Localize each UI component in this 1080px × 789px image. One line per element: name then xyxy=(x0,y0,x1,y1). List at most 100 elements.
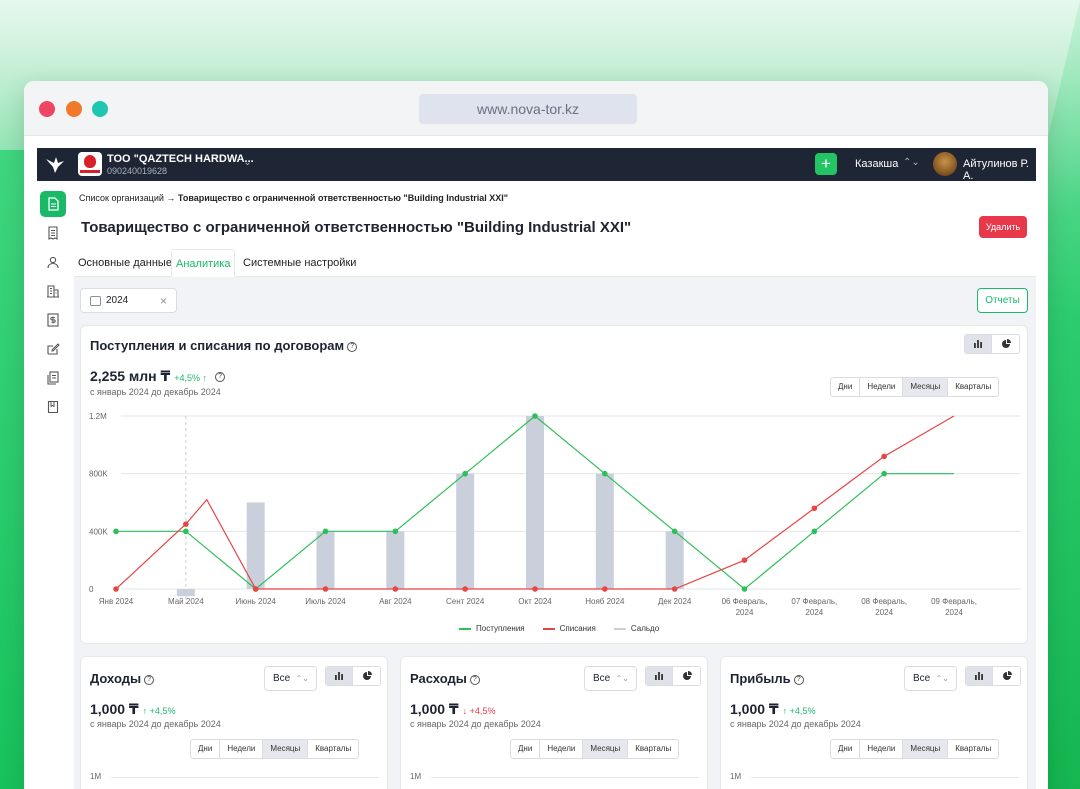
y-axis-top-label: 1M xyxy=(730,772,742,781)
period-weeks[interactable]: Недели xyxy=(540,740,584,758)
page-title: Товарищество с ограниченной ответственно… xyxy=(81,219,632,236)
pie-view-button[interactable] xyxy=(993,667,1020,685)
period-weeks[interactable]: Недели xyxy=(860,740,904,758)
filter-select[interactable]: Все ⌃⌄ xyxy=(264,666,317,691)
breadcrumb-root[interactable]: Список организаций → xyxy=(79,193,175,203)
help-icon[interactable]: ? xyxy=(215,372,226,383)
period-months[interactable]: Месяцы xyxy=(263,740,309,758)
period-quarters[interactable]: Кварталы xyxy=(948,378,998,396)
user-avatar[interactable] xyxy=(933,152,957,176)
series-point xyxy=(532,413,538,419)
contracts-chart-card: Поступления и списания по договорам? 2,2… xyxy=(80,325,1028,644)
help-icon[interactable]: ? xyxy=(347,341,358,352)
chevron-updown-icon[interactable]: ⌃⌄ xyxy=(235,157,252,168)
tab-system-settings[interactable]: Системные настройки xyxy=(239,249,360,277)
period-days[interactable]: Дни xyxy=(831,740,861,758)
bar-view-button[interactable] xyxy=(326,667,353,685)
period-selector: Дни Недели Месяцы Кварталы xyxy=(830,739,1000,759)
help-icon[interactable]: ? xyxy=(793,674,804,685)
help-icon[interactable]: ? xyxy=(144,674,155,685)
tab-main-data[interactable]: Основные данные xyxy=(74,249,176,277)
bar-balance xyxy=(246,502,265,589)
sidebar-item-invoices[interactable] xyxy=(40,307,66,333)
card-title: Прибыль? xyxy=(730,671,804,686)
maximize-window-button[interactable] xyxy=(92,101,108,117)
pie-view-button[interactable] xyxy=(992,335,1019,353)
user-name[interactable]: Айтулинов Р. А. xyxy=(963,158,1036,182)
legend-balance[interactable]: Сальдо xyxy=(613,624,659,633)
period-days[interactable]: Дни xyxy=(511,740,541,758)
legend-income[interactable]: Поступления xyxy=(459,624,525,633)
city-selector[interactable]: Казакша xyxy=(855,158,898,170)
x-tick-label: Июнь 2024 xyxy=(235,597,276,606)
card-title-text: Расходы xyxy=(410,671,467,686)
period-months[interactable]: Месяцы xyxy=(583,740,629,758)
sidebar-item-book[interactable] xyxy=(40,394,66,420)
close-window-button[interactable] xyxy=(39,101,55,117)
bar-view-button[interactable] xyxy=(966,667,993,685)
sidebar-item-organizations[interactable] xyxy=(40,278,66,304)
logo-icon[interactable] xyxy=(43,153,67,177)
filter-value: Все xyxy=(913,673,931,684)
y-tick-label: 0 xyxy=(89,585,94,594)
pie-chart-icon xyxy=(682,671,692,680)
series-point xyxy=(602,470,608,477)
x-tick-label: 2024 xyxy=(945,608,963,617)
bar-balance xyxy=(665,531,684,589)
delta-badge: ↑ +4,5% xyxy=(782,706,816,716)
card-title-text: Доходы xyxy=(90,671,142,686)
sidebar-item-receipts[interactable] xyxy=(40,220,66,246)
filter-select[interactable]: Все ⌃⌄ xyxy=(904,666,957,691)
bar-balance xyxy=(595,473,614,589)
period-days[interactable]: Дни xyxy=(831,378,861,396)
help-icon[interactable]: ? xyxy=(469,674,480,685)
add-button[interactable]: + xyxy=(815,153,837,175)
x-tick-label: Май 2024 xyxy=(168,597,204,606)
period-range: с январь 2024 до декабрь 2024 xyxy=(410,719,541,729)
bar-view-button[interactable] xyxy=(646,667,673,685)
period-quarters[interactable]: Кварталы xyxy=(628,740,678,758)
period-selector: Дни Недели Месяцы Кварталы xyxy=(190,739,360,759)
pie-chart-icon xyxy=(1002,671,1012,680)
card-value-text: 1,000 ₸ xyxy=(410,701,459,717)
minimize-window-button[interactable] xyxy=(66,101,82,117)
address-bar[interactable]: www.nova-tor.kz xyxy=(419,94,637,124)
book-icon xyxy=(47,400,59,414)
sidebar-item-users[interactable] xyxy=(40,249,66,275)
series-point xyxy=(881,453,887,460)
tab-analytics[interactable]: Аналитика xyxy=(171,249,236,277)
chevron-updown-icon[interactable]: ⌃⌄ xyxy=(903,157,920,168)
period-months[interactable]: Месяцы xyxy=(903,740,949,758)
summary-card-3: Прибыль? Все ⌃⌄ 1,000 ₸ ↑ +4,5% с январь 2… xyxy=(720,656,1028,789)
clear-icon[interactable]: × xyxy=(160,294,167,308)
sidebar-item-documents[interactable] xyxy=(40,191,66,217)
user-icon xyxy=(47,256,59,269)
org-name[interactable]: ТОО "QAZTECH HARDWA... xyxy=(107,153,254,165)
sidebar-item-edit[interactable] xyxy=(40,336,66,362)
period-weeks[interactable]: Недели xyxy=(220,740,264,758)
filter-select[interactable]: Все ⌃⌄ xyxy=(584,666,637,691)
x-tick-label: 06 Февраль, xyxy=(722,597,768,606)
reports-button[interactable]: Отчеты xyxy=(977,288,1028,313)
legend-expense[interactable]: Списания xyxy=(542,624,596,633)
delta-badge: +4,5% ↑ xyxy=(174,373,208,383)
period-days[interactable]: Дни xyxy=(191,740,221,758)
period-weeks[interactable]: Недели xyxy=(860,378,904,396)
breadcrumb: Список организаций → Товарищество с огра… xyxy=(79,193,508,203)
sidebar-item-copy[interactable] xyxy=(40,365,66,391)
period-quarters[interactable]: Кварталы xyxy=(948,740,998,758)
period-quarters[interactable]: Кварталы xyxy=(308,740,358,758)
x-tick-label: 2024 xyxy=(805,608,823,617)
card-value: 1,000 ₸ ↓ +4,5% xyxy=(410,701,495,718)
pie-view-button[interactable] xyxy=(353,667,380,685)
period-months[interactable]: Месяцы xyxy=(903,378,949,396)
sidebar xyxy=(40,191,66,423)
period-range: с январь 2024 до декабрь 2024 xyxy=(90,387,221,397)
delete-button[interactable]: Удалить xyxy=(979,216,1027,238)
series-point xyxy=(392,586,399,592)
bar-view-button[interactable] xyxy=(965,335,992,353)
period-selector: Дни Недели Месяцы Кварталы xyxy=(830,377,1000,397)
summary-card-1: Доходы? Все ⌃⌄ 1,000 ₸ ↑ +4,5% с январь 20… xyxy=(80,656,388,789)
pie-view-button[interactable] xyxy=(673,667,700,685)
year-picker[interactable]: 2024 × xyxy=(80,288,177,313)
